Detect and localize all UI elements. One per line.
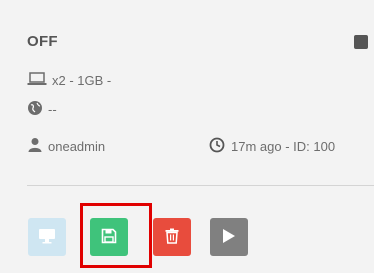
save-button[interactable] (90, 218, 128, 256)
trash-icon (165, 228, 179, 247)
desktop-icon (38, 228, 56, 247)
user-icon (27, 137, 43, 156)
hardware-info: x2 - 1GB - (27, 70, 111, 90)
play-icon (222, 228, 236, 247)
status-indicator (354, 35, 368, 49)
status-row: OFF (27, 31, 368, 53)
owner-text: oneadmin (48, 138, 106, 154)
hardware-text: x2 - 1GB - (52, 72, 112, 88)
status-label: OFF (27, 33, 58, 50)
network-text: -- (48, 101, 57, 117)
vm-card: OFF x2 - 1GB - -- oneadmin 17m ago - ID:… (0, 0, 374, 273)
time-text: 17m ago - ID: 100 (231, 138, 336, 154)
owner-info: oneadmin (27, 136, 105, 156)
floppy-disk-icon (101, 228, 117, 247)
time-info: 17m ago - ID: 100 (209, 136, 335, 156)
clock-icon (209, 137, 225, 156)
globe-icon (27, 100, 43, 119)
vnc-button[interactable] (28, 218, 66, 256)
network-info: -- (27, 99, 57, 119)
play-button[interactable] (210, 218, 248, 256)
divider (27, 185, 374, 186)
delete-button[interactable] (153, 218, 191, 256)
laptop-icon (27, 71, 47, 89)
